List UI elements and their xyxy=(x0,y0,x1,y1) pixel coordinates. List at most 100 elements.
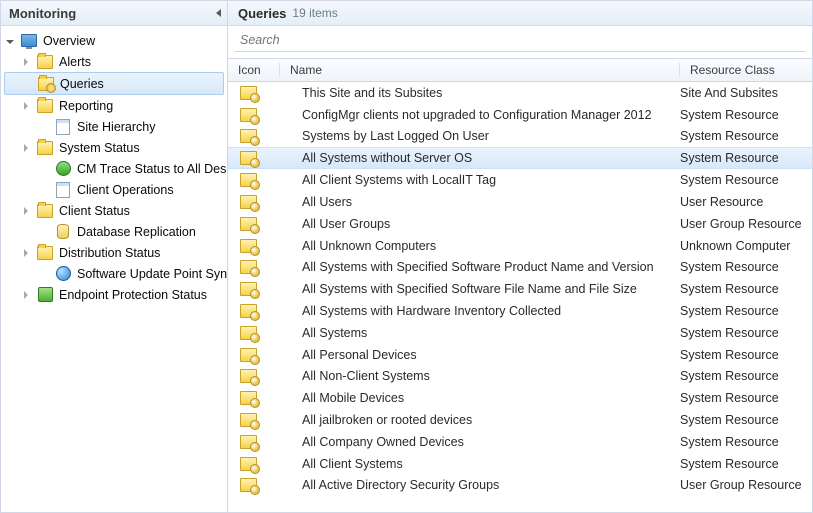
tree-node[interactable]: System Status xyxy=(1,137,227,158)
folder-icon xyxy=(37,245,53,261)
query-resource-class: System Resource xyxy=(670,108,812,122)
query-name: All Active Directory Security Groups xyxy=(292,478,670,492)
query-resource-class: System Resource xyxy=(670,391,812,405)
globe-icon xyxy=(55,266,71,282)
expand-arrow-icon[interactable] xyxy=(21,102,31,110)
tree-node[interactable]: Reporting xyxy=(1,95,227,116)
query-row[interactable]: All Systems with Specified Software Prod… xyxy=(228,257,812,279)
search-input[interactable] xyxy=(234,29,813,51)
query-name: All Users xyxy=(292,195,670,209)
folder-icon xyxy=(37,203,53,219)
sidebar: Monitoring Overview Alerts Queries Reportin… xyxy=(1,1,228,512)
query-row[interactable]: ConfigMgr clients not upgraded to Config… xyxy=(228,104,812,126)
flag-icon xyxy=(55,161,71,177)
column-icon[interactable]: Icon xyxy=(228,63,280,77)
tree-node[interactable]: Client Status xyxy=(1,200,227,221)
query-row[interactable]: Systems by Last Logged On UserSystem Res… xyxy=(228,126,812,148)
tree-node[interactable]: Endpoint Protection Status xyxy=(1,284,227,305)
expand-arrow-icon[interactable] xyxy=(5,38,15,44)
monitor-icon xyxy=(21,33,37,49)
query-icon xyxy=(228,391,292,405)
tree-node[interactable]: CM Trace Status to All Desktop . xyxy=(1,158,227,179)
column-name[interactable]: Name xyxy=(280,63,680,77)
tree-node[interactable]: Queries xyxy=(4,72,224,95)
tree-node[interactable]: Software Update Point Synchron xyxy=(1,263,227,284)
query-name: This Site and its Subsites xyxy=(292,86,670,100)
query-name: All Systems xyxy=(292,326,670,340)
query-icon xyxy=(228,108,292,122)
tree-node-label: Queries xyxy=(60,77,104,91)
main-header: Queries 19 items xyxy=(228,1,812,26)
expand-arrow-icon[interactable] xyxy=(21,144,31,152)
query-icon xyxy=(228,348,292,362)
query-name: All Company Owned Devices xyxy=(292,435,670,449)
tree-node-label: Database Replication xyxy=(77,225,196,239)
query-row[interactable]: All UsersUser Resource xyxy=(228,191,812,213)
query-row[interactable]: All Active Directory Security GroupsUser… xyxy=(228,475,812,497)
tree-node-label: Client Status xyxy=(59,204,130,218)
green-icon xyxy=(37,287,53,303)
tree-node-label: System Status xyxy=(59,141,140,155)
query-name: Systems by Last Logged On User xyxy=(292,129,670,143)
page-icon xyxy=(55,119,71,135)
column-headers: Icon Name Resource Class xyxy=(228,58,812,82)
query-row[interactable]: All Personal DevicesSystem Resource xyxy=(228,344,812,366)
query-row[interactable]: All Systems without Server OSSystem Reso… xyxy=(228,147,812,169)
tree-node-label: Endpoint Protection Status xyxy=(59,288,207,302)
tree-node-label: Client Operations xyxy=(77,183,174,197)
query-row[interactable]: All Company Owned DevicesSystem Resource xyxy=(228,431,812,453)
tree-node[interactable]: Alerts xyxy=(1,51,227,72)
tree-node-label: Reporting xyxy=(59,99,113,113)
tree-node[interactable]: Overview xyxy=(1,30,227,51)
nav-tree: Overview Alerts Queries Reporting Site Hiera… xyxy=(1,26,227,512)
query-icon xyxy=(228,478,292,492)
query-name: All User Groups xyxy=(292,217,670,231)
expand-arrow-icon[interactable] xyxy=(21,207,31,215)
query-icon xyxy=(228,435,292,449)
query-resource-class: User Resource xyxy=(670,195,812,209)
tree-node[interactable]: Site Hierarchy xyxy=(1,116,227,137)
collapse-sidebar-icon[interactable] xyxy=(216,9,221,17)
expand-arrow-icon[interactable] xyxy=(21,58,31,66)
query-icon xyxy=(228,173,292,187)
query-icon xyxy=(228,239,292,253)
sidebar-title: Monitoring xyxy=(9,6,76,21)
tree-node-label: Overview xyxy=(43,34,95,48)
query-row[interactable]: All Unknown ComputersUnknown Computer xyxy=(228,235,812,257)
folder-icon xyxy=(37,140,53,156)
query-row[interactable]: All Client Systems with LocalIT TagSyste… xyxy=(228,169,812,191)
query-resource-class: System Resource xyxy=(670,282,812,296)
tree-node[interactable]: Client Operations xyxy=(1,179,227,200)
query-row[interactable]: All SystemsSystem Resource xyxy=(228,322,812,344)
tree-node-label: Software Update Point Synchron xyxy=(77,267,227,281)
query-name: All Systems without Server OS xyxy=(292,151,670,165)
query-row[interactable]: All User GroupsUser Group Resource xyxy=(228,213,812,235)
query-resource-class: User Group Resource xyxy=(670,478,812,492)
query-icon xyxy=(228,129,292,143)
query-row[interactable]: All Client SystemsSystem Resource xyxy=(228,453,812,475)
folder-queries-icon xyxy=(38,76,54,92)
query-name: All Personal Devices xyxy=(292,348,670,362)
app-window: Monitoring Overview Alerts Queries Reportin… xyxy=(0,0,813,513)
tree-node[interactable]: Distribution Status xyxy=(1,242,227,263)
query-icon xyxy=(228,457,292,471)
query-resource-class: System Resource xyxy=(670,304,812,318)
query-row[interactable]: This Site and its SubsitesSite And Subsi… xyxy=(228,82,812,104)
query-name: ConfigMgr clients not upgraded to Config… xyxy=(292,108,670,122)
column-resource[interactable]: Resource Class xyxy=(680,63,812,77)
query-resource-class: System Resource xyxy=(670,413,812,427)
tree-node-label: Site Hierarchy xyxy=(77,120,156,134)
main-panel: Queries 19 items Icon Name Resource Clas… xyxy=(228,1,812,512)
expand-arrow-icon[interactable] xyxy=(21,291,31,299)
query-row[interactable]: All Systems with Hardware Inventory Coll… xyxy=(228,300,812,322)
query-icon xyxy=(228,369,292,383)
tree-node[interactable]: Database Replication xyxy=(1,221,227,242)
folder-icon xyxy=(37,54,53,70)
query-row[interactable]: All Mobile DevicesSystem Resource xyxy=(228,387,812,409)
expand-arrow-icon[interactable] xyxy=(21,249,31,257)
query-row[interactable]: All jailbroken or rooted devicesSystem R… xyxy=(228,409,812,431)
query-row[interactable]: All Non-Client SystemsSystem Resource xyxy=(228,366,812,388)
query-name: All Mobile Devices xyxy=(292,391,670,405)
query-resource-class: User Group Resource xyxy=(670,217,812,231)
query-row[interactable]: All Systems with Specified Software File… xyxy=(228,278,812,300)
